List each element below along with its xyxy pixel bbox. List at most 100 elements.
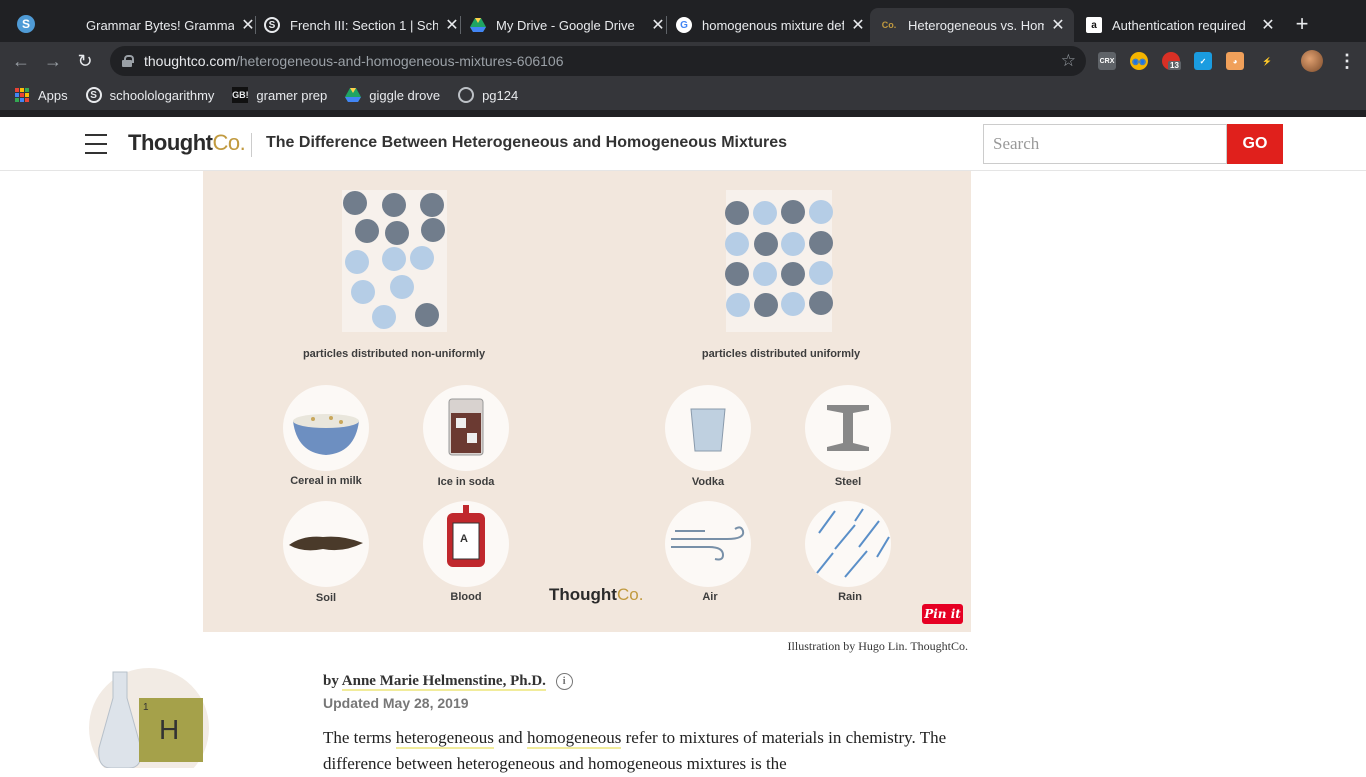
back-arrow-icon[interactable]: ← — [10, 50, 32, 72]
grammar-bytes-icon: GB! — [232, 87, 249, 103]
globe-icon — [458, 87, 475, 103]
item-label: Cereal in milk — [290, 475, 362, 487]
google-drive-icon — [470, 17, 486, 33]
right-caption: particles distributed uniformly — [701, 348, 861, 360]
close-tab-icon[interactable]: ✕ — [240, 15, 256, 35]
wind-icon — [665, 501, 751, 587]
tab-google-drive[interactable]: My Drive - Google Drive ✕ — [470, 8, 666, 42]
blank-extension-icon[interactable]: ⚡ — [1258, 52, 1276, 70]
tab-title: Authentication required — [1112, 17, 1246, 33]
schoology-icon[interactable]: S — [17, 15, 35, 33]
logo-main: Thought — [549, 585, 617, 604]
close-tab-icon[interactable]: ✕ — [1260, 15, 1276, 35]
hamburger-menu-icon[interactable] — [85, 134, 107, 154]
bookmark-schoology[interactable]: S schoolologarithmy — [85, 87, 215, 103]
tab-title: French III: Section 1 | Sch — [290, 17, 438, 33]
chemistry-avatar: 1 H — [89, 668, 209, 777]
body-text: and — [493, 728, 527, 747]
image-credit: Illustration by Hugo Lin. ThoughtCo. — [787, 639, 968, 653]
blood-bag-icon: A — [423, 501, 509, 587]
illustration-logo: ThoughtCo. — [549, 585, 643, 605]
item-label: Vodka — [691, 476, 725, 488]
amazon-icon: a — [1086, 17, 1102, 33]
apr-extension-icon[interactable]: 13 — [1162, 52, 1181, 70]
logo-co: Co. — [616, 585, 644, 604]
term-link[interactable]: homogeneous — [526, 728, 622, 749]
tab-divider — [460, 16, 461, 34]
face-extension-icon[interactable]: ◕ — [1226, 52, 1244, 70]
checkmark-extension-icon[interactable]: ✓ — [1194, 52, 1212, 70]
tab-french[interactable]: S French III: Section 1 | Sch ✕ — [264, 8, 460, 42]
apps-grid-icon — [14, 87, 30, 103]
nonuniform-particles-box — [342, 190, 447, 332]
body-text: The terms — [323, 728, 396, 747]
tab-authentication[interactable]: a Authentication required ✕ — [1086, 8, 1276, 42]
tab-thoughtco[interactable]: Co. Heterogeneous vs. Homo ✕ — [870, 8, 1074, 42]
search-go-button[interactable]: GO — [1227, 124, 1283, 164]
reload-icon[interactable]: ↻ — [74, 50, 96, 72]
info-icon[interactable]: i — [555, 673, 573, 690]
bookmark-giggle-drove[interactable]: giggle drove — [345, 87, 440, 103]
item-label: Blood — [450, 591, 482, 603]
left-caption: particles distributed non-uniformly — [302, 348, 486, 360]
tab-divider — [666, 16, 667, 34]
more-vert-icon[interactable]: ⋮ — [1338, 50, 1356, 72]
thoughtco-icon: Co. — [881, 20, 897, 30]
tab-title: Heterogeneous vs. Homo — [908, 17, 1044, 33]
toolbar-divider — [0, 110, 1366, 117]
bookmark-label: Apps — [38, 87, 68, 103]
blood-type-label: A — [460, 533, 468, 545]
tab-google-search[interactable]: G homogenous mixture def ✕ — [676, 8, 866, 42]
profile-avatar[interactable] — [1301, 50, 1323, 72]
google-drive-icon — [345, 87, 362, 103]
brand-main: Thought — [128, 130, 213, 155]
blank-icon — [60, 17, 76, 33]
address-bar[interactable]: thoughtco.com/heterogeneous-and-homogene… — [110, 46, 1086, 76]
element-symbol: H — [159, 714, 180, 745]
url-host: thoughtco.com — [144, 53, 236, 69]
bookmark-star-icon[interactable]: ☆ — [1061, 51, 1076, 71]
bookmark-label: giggle drove — [369, 87, 441, 103]
close-tab-icon[interactable]: ✕ — [850, 15, 866, 35]
bookmark-label: pg124 — [482, 87, 519, 103]
header-divider — [251, 133, 252, 157]
page-title: The Difference Between Heterogeneous and… — [266, 134, 787, 151]
close-tab-icon[interactable]: ✕ — [1050, 15, 1066, 35]
bookmark-label: schoolologarithmy — [109, 87, 215, 103]
term-link[interactable]: heterogeneous — [395, 728, 494, 749]
close-tab-icon[interactable]: ✕ — [444, 15, 460, 35]
byline-prefix: by — [323, 673, 339, 689]
search-input[interactable]: Search — [983, 124, 1227, 164]
extension-badge: 13 — [1168, 61, 1181, 70]
steel-beam-icon — [805, 385, 891, 471]
tab-title: Grammar Bytes! Gramma — [86, 17, 234, 33]
close-tab-icon[interactable]: ✕ — [650, 15, 666, 35]
url-path: /heterogeneous-and-homogeneous-mixtures-… — [235, 53, 564, 69]
soda-glass-icon — [423, 385, 509, 471]
author-link[interactable]: Anne Marie Helmenstine, Ph.D. — [341, 673, 546, 691]
uniform-particles-box — [725, 190, 833, 332]
lock-icon — [122, 55, 134, 67]
pin-it-button[interactable]: Pin it — [922, 604, 963, 624]
owl-extension-icon[interactable]: ◉◉ — [1130, 52, 1148, 70]
google-icon: G — [676, 17, 692, 33]
bookmark-apps[interactable]: Apps — [14, 87, 68, 103]
browser-toolbar: ← → ↻ thoughtco.com/heterogeneous-and-ho… — [0, 42, 1366, 80]
item-label: Rain — [838, 591, 862, 603]
tab-title: My Drive - Google Drive — [496, 17, 635, 33]
soil-icon — [283, 501, 369, 587]
bookmark-pg124[interactable]: pg124 — [458, 87, 518, 103]
element-number: 1 — [143, 702, 149, 713]
thoughtco-logo[interactable]: ThoughtCo. — [128, 130, 246, 156]
bookmark-gramer-prep[interactable]: GB! gramer prep — [232, 87, 327, 103]
item-label: Air — [702, 591, 718, 603]
forward-arrow-icon[interactable]: → — [42, 50, 64, 72]
schoology-icon: S — [85, 87, 102, 103]
new-tab-plus-icon[interactable]: + — [1290, 12, 1314, 36]
crx-extension-icon[interactable]: CRX — [1098, 52, 1116, 70]
schoology-icon: S — [264, 17, 280, 33]
byline: by Anne Marie Helmenstine, Ph.D. i — [323, 673, 573, 691]
site-header: ThoughtCo. The Difference Between Hetero… — [0, 117, 1366, 171]
tab-grammar-bytes[interactable]: Grammar Bytes! Gramma ✕ — [60, 8, 256, 42]
mixtures-illustration: particles distributed non-uniformly part… — [203, 171, 971, 632]
